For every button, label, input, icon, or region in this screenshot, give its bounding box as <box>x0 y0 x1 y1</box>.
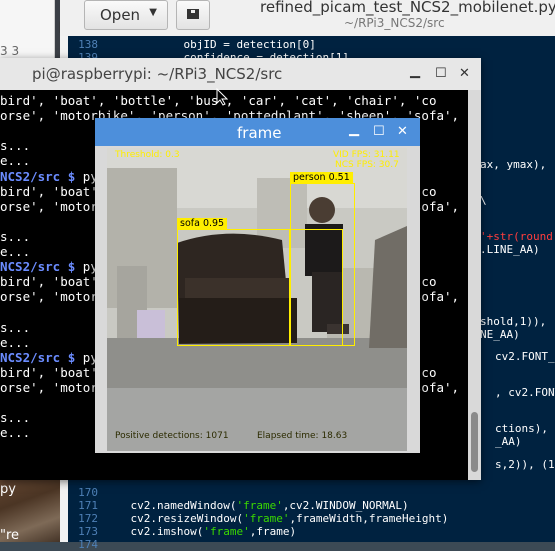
terminal-prompt: NCS2/src $ <box>0 349 76 365</box>
line-number: 172 <box>78 512 98 525</box>
code-line: 171 cv2.namedWindow('frame',cv2.WINDOW_N… <box>68 499 409 512</box>
line-number: 171 <box>78 499 98 512</box>
scrollbar-thumb[interactable] <box>471 412 478 472</box>
code-text: cv2.namedWindow( <box>104 499 237 512</box>
background-window: F 3 3 <box>0 0 67 60</box>
open-button-label: Open <box>100 6 141 24</box>
person-detection-label: person 0.51 <box>290 172 353 183</box>
frame-titlebar[interactable]: frame ▁ ☐ ✕ <box>95 118 420 146</box>
terminal-line: e... <box>0 425 31 441</box>
minimize-icon[interactable]: ▁ <box>349 122 359 137</box>
ncs-fps-text: NCS FPS: 30.7 <box>335 160 399 170</box>
sofa-bounding-box <box>177 229 290 346</box>
code-fragment: s,2)), (150 <box>495 458 555 471</box>
code-fragment: ax, ymax), <box>480 158 547 171</box>
desktop-photo-label-2: "re <box>0 528 20 543</box>
code-line: 138 objID = detection[0] <box>68 38 316 51</box>
code-line: 174 <box>68 538 104 551</box>
background-window-text: 3 3 <box>0 44 20 58</box>
frame-title: frame <box>237 124 282 142</box>
code-fragment: NE_AA) <box>480 328 520 341</box>
vid-fps-text: VID FPS: 31.11 <box>333 150 400 160</box>
threshold-text: Threshold: 0.3 <box>115 150 180 160</box>
terminal-prompt: NCS2/src $ <box>0 168 76 184</box>
code-text: ,cv2.WINDOW_NORMAL) <box>282 499 409 512</box>
editor-toolbar: Open ▼ refined_picam_test_NCS2_mobilenet… <box>60 0 555 36</box>
code-text: objID = detection[0] <box>104 38 316 51</box>
editor-window-subtitle: ~/RPi3_NCS2/src <box>344 16 445 30</box>
close-icon[interactable]: ✕ <box>459 66 470 81</box>
elapsed-time-text: Elapsed time: 18.63 <box>257 431 348 441</box>
terminal-prompt: NCS2/src $ <box>0 259 76 275</box>
terminal-scrollbar[interactable] <box>468 90 481 480</box>
code-line: 170 <box>68 486 104 499</box>
maximize-icon[interactable]: ☐ <box>435 66 447 81</box>
terminal-line: s... <box>0 138 31 154</box>
terminal-line: e... <box>0 244 31 259</box>
line-number: 173 <box>78 525 98 538</box>
code-fragment: _AA) <box>495 435 522 448</box>
code-fragment: ctions), ( <box>495 422 555 435</box>
positive-detections-text: Positive detections: 1071 <box>115 431 229 441</box>
line-number: 170 <box>78 486 98 499</box>
sofa-bounding-box-part <box>290 229 343 346</box>
frame-window[interactable]: frame ▁ ☐ ✕ Threshold: 0.3 VID FPS: 31.1… <box>95 118 420 453</box>
terminal-line: e... <box>0 153 31 169</box>
minimize-icon[interactable]: ▁ <box>410 64 420 79</box>
code-line: 172 cv2.resizeWindow('frame',frameWidth,… <box>68 512 448 525</box>
line-number: 138 <box>78 38 98 51</box>
chevron-down-icon: ▼ <box>149 7 157 18</box>
sofa-detection-label: sofa 0.95 <box>177 218 228 229</box>
code-text: cv2.resizeWindow( <box>104 512 244 525</box>
code-string: 'frame' <box>243 512 290 525</box>
code-text: ,frameWidth,frameHeight) <box>289 512 449 525</box>
code-text: ,frame) <box>249 525 297 538</box>
maximize-icon[interactable]: ☐ <box>373 124 385 139</box>
line-number: 174 <box>78 538 98 551</box>
code-string: 'frame' <box>203 525 250 538</box>
terminal-line: s... <box>0 410 31 426</box>
save-file-button[interactable] <box>176 0 210 30</box>
open-button[interactable]: Open ▼ <box>84 0 168 30</box>
code-line: 173 cv2.imshow('frame',frame) <box>68 525 296 538</box>
code-fragment: '+str(round <box>480 230 553 243</box>
download-icon <box>187 9 199 19</box>
code-fragment: cv2.FONT_H <box>495 350 555 363</box>
terminal-line: e... <box>0 334 31 350</box>
camera-frame: Threshold: 0.3 VID FPS: 31.11 NCS FPS: 3… <box>107 148 407 451</box>
terminal-title: pi@raspberrypi: ~/RPi3_NCS2/src <box>32 65 283 83</box>
desktop-photo-label: py <box>0 482 16 497</box>
terminal-titlebar[interactable]: pi@raspberrypi: ~/RPi3_NCS2/src ▁ ☐ ✕ <box>0 58 481 90</box>
close-icon[interactable]: ✕ <box>397 124 408 139</box>
editor-window-title: refined_picam_test_NCS2_mobilenet.py <box>260 0 555 16</box>
code-text: cv2.imshow( <box>104 525 204 538</box>
code-string: 'frame' <box>236 499 283 512</box>
code-fragment: .LINE_AA) <box>480 243 540 256</box>
terminal-line: s... <box>0 228 31 244</box>
code-fragment: , cv2.FONT_ <box>495 386 555 399</box>
terminal-line: s... <box>0 319 31 335</box>
code-fragment: shold,1)), <box>480 315 547 328</box>
mouse-cursor-icon <box>216 88 228 106</box>
